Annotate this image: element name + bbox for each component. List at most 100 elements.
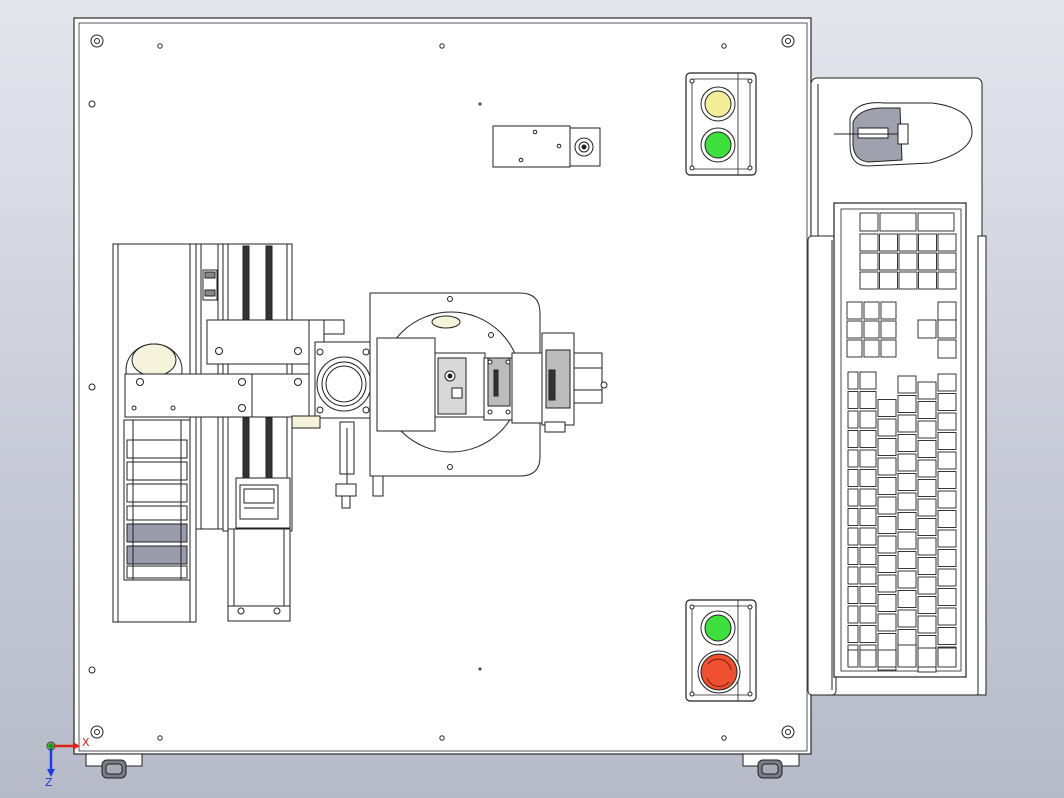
- keyboard-key[interactable]: [917, 647, 937, 668]
- keyboard-key[interactable]: [898, 252, 918, 271]
- keyboard-key[interactable]: [863, 301, 880, 320]
- keyboard-key[interactable]: [859, 391, 877, 409]
- keyboard-key[interactable]: [937, 339, 957, 359]
- keyboard-key[interactable]: [937, 471, 957, 489]
- keyboard-key[interactable]: [880, 320, 897, 339]
- keyboard-key[interactable]: [877, 574, 897, 593]
- keyboard-key[interactable]: [859, 371, 877, 390]
- keyboard-key[interactable]: [879, 212, 917, 232]
- keyboard-key[interactable]: [897, 609, 917, 628]
- keyboard-key[interactable]: [917, 479, 937, 497]
- keyboard-key[interactable]: [897, 492, 917, 511]
- keyboard-key[interactable]: [937, 271, 957, 290]
- keyboard-key[interactable]: [877, 649, 897, 668]
- keyboard-key[interactable]: [847, 410, 859, 429]
- keyboard-key[interactable]: [937, 233, 957, 252]
- keyboard-key[interactable]: [859, 527, 877, 546]
- keyboard-key[interactable]: [897, 414, 917, 433]
- keyboard-key[interactable]: [897, 453, 917, 472]
- keyboard-key[interactable]: [937, 588, 957, 606]
- keyboard-key[interactable]: [859, 410, 877, 429]
- keyboard-key[interactable]: [847, 547, 859, 565]
- keyboard-key[interactable]: [879, 271, 898, 290]
- keyboard-key[interactable]: [917, 381, 937, 400]
- keyboard-key[interactable]: [879, 233, 898, 252]
- keyboard-key[interactable]: [859, 566, 877, 585]
- keyboard-key[interactable]: [937, 607, 957, 626]
- keyboard-key[interactable]: [897, 375, 917, 394]
- keyboard-key[interactable]: [847, 586, 859, 604]
- keyboard-key[interactable]: [917, 401, 937, 419]
- keyboard-key[interactable]: [937, 529, 957, 548]
- keyboard-key[interactable]: [937, 490, 957, 509]
- keyboard-key[interactable]: [917, 615, 937, 634]
- keyboard-key[interactable]: [937, 393, 957, 411]
- keyboard-key[interactable]: [847, 488, 859, 507]
- keyboard-key[interactable]: [859, 233, 879, 252]
- keyboard-key[interactable]: [847, 371, 859, 390]
- keyboard-key[interactable]: [917, 557, 937, 575]
- keyboard-key[interactable]: [859, 625, 877, 643]
- keyboard-key[interactable]: [917, 440, 937, 458]
- keyboard-key[interactable]: [917, 596, 937, 614]
- keyboard-key[interactable]: [918, 233, 937, 252]
- keyboard-key[interactable]: [863, 320, 880, 339]
- keyboard-key[interactable]: [898, 233, 918, 252]
- keyboard-key[interactable]: [897, 473, 917, 491]
- keyboard-key[interactable]: [859, 252, 879, 271]
- keyboard-key[interactable]: [917, 537, 937, 556]
- keyboard-key[interactable]: [879, 252, 898, 271]
- keyboard-key[interactable]: [877, 438, 897, 456]
- keyboard-key[interactable]: [937, 451, 957, 470]
- keyboard-key[interactable]: [859, 586, 877, 604]
- keyboard-key[interactable]: [937, 647, 957, 668]
- keyboard-key[interactable]: [859, 271, 879, 290]
- keyboard-key[interactable]: [859, 605, 877, 624]
- keyboard-key[interactable]: [859, 469, 877, 487]
- keyboard-key[interactable]: [897, 551, 917, 569]
- keyboard-key[interactable]: [937, 252, 957, 271]
- keyboard-key[interactable]: [897, 590, 917, 608]
- keyboard-key[interactable]: [847, 625, 859, 643]
- keyboard-key[interactable]: [877, 496, 897, 515]
- keyboard-key[interactable]: [847, 430, 859, 448]
- keyboard[interactable]: [833, 202, 967, 678]
- keyboard-key[interactable]: [880, 301, 897, 320]
- keyboard-keys[interactable]: [846, 212, 957, 673]
- keyboard-key[interactable]: [897, 570, 917, 589]
- keyboard-key[interactable]: [898, 271, 918, 290]
- cad-viewport[interactable]: X Z: [0, 0, 1064, 798]
- keyboard-key[interactable]: [877, 535, 897, 554]
- keyboard-key[interactable]: [937, 627, 957, 645]
- keyboard-key[interactable]: [897, 512, 917, 530]
- keyboard-key[interactable]: [877, 418, 897, 437]
- keyboard-key[interactable]: [897, 434, 917, 452]
- keyboard-key[interactable]: [846, 339, 863, 358]
- keyboard-key[interactable]: [847, 449, 859, 468]
- keyboard-key[interactable]: [917, 459, 937, 478]
- keyboard-key[interactable]: [847, 391, 859, 409]
- keyboard-key[interactable]: [847, 508, 859, 526]
- keyboard-key[interactable]: [859, 212, 879, 232]
- keyboard-key[interactable]: [859, 488, 877, 507]
- keyboard-key[interactable]: [937, 373, 957, 392]
- keyboard-key[interactable]: [846, 320, 863, 339]
- keyboard-key[interactable]: [847, 469, 859, 487]
- keyboard-key[interactable]: [863, 339, 880, 358]
- emergency-stop-button[interactable]: [697, 650, 741, 694]
- keyboard-key[interactable]: [859, 547, 877, 565]
- keyboard-key[interactable]: [877, 516, 897, 534]
- keyboard-key[interactable]: [917, 212, 955, 232]
- keyboard-key[interactable]: [847, 605, 859, 624]
- keyboard-key[interactable]: [937, 319, 957, 339]
- keyboard-key[interactable]: [847, 649, 859, 668]
- keyboard-key[interactable]: [918, 271, 937, 290]
- keyboard-key[interactable]: [917, 518, 937, 536]
- keyboard-key[interactable]: [937, 510, 957, 528]
- keyboard-key[interactable]: [917, 420, 937, 439]
- keyboard-key[interactable]: [918, 252, 937, 271]
- start-button-green[interactable]: [700, 610, 736, 646]
- keyboard-key[interactable]: [877, 633, 897, 651]
- keyboard-key[interactable]: [877, 399, 897, 417]
- keyboard-key[interactable]: [859, 649, 877, 668]
